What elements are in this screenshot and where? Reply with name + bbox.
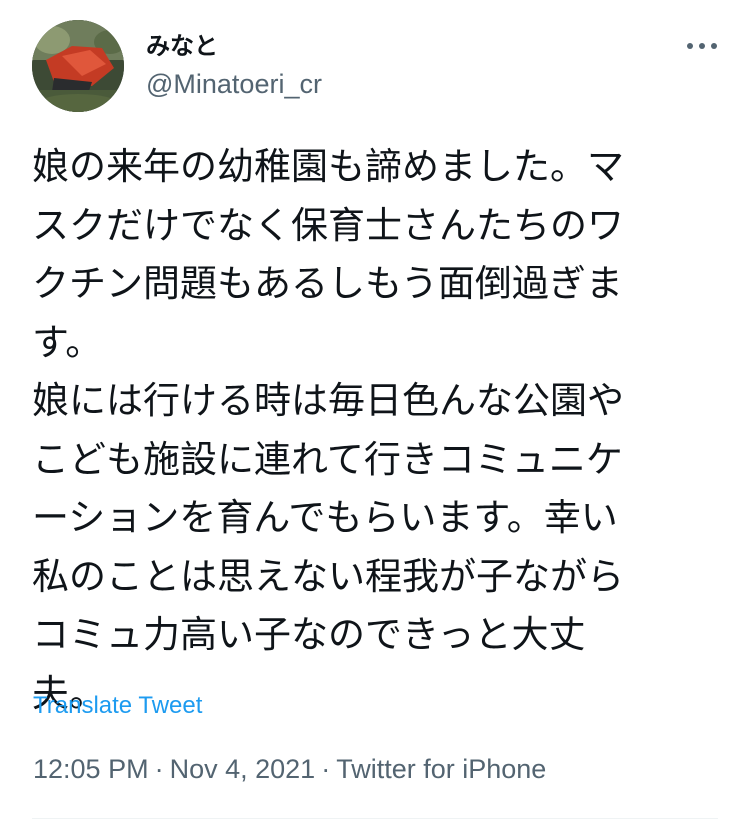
display-name[interactable]: みなと xyxy=(146,31,218,61)
separator: · xyxy=(321,754,331,784)
divider xyxy=(32,818,718,819)
tweet-time[interactable]: 12:05 PM xyxy=(33,754,149,784)
dot xyxy=(687,43,693,49)
tweet-text-line: 私のことは思えない程我が子ながら xyxy=(32,554,624,598)
separator: · xyxy=(154,754,164,784)
more-options-button[interactable] xyxy=(682,32,722,60)
translate-tweet-link[interactable]: Translate Tweet xyxy=(33,691,202,721)
user-handle[interactable]: @Minatoeri_cr xyxy=(146,68,322,100)
dot xyxy=(711,43,717,49)
tweet-text-line: クチン問題もあるしもう面倒過ぎま xyxy=(32,262,623,305)
tweet-text-line: コミュ力高い子なのできっと大丈 xyxy=(32,613,586,656)
tweet-text-line: 娘には行ける時は毎日色んな公園や xyxy=(32,379,624,422)
tweet-source[interactable]: Twitter for iPhone xyxy=(336,754,546,784)
tweet-metadata: 12:05 PM · Nov 4, 2021 · Twitter for iPhone xyxy=(33,753,546,785)
tweet-date[interactable]: Nov 4, 2021 xyxy=(170,754,316,784)
avatar-photo-icon xyxy=(32,20,124,112)
more-horizontal-icon xyxy=(687,43,717,49)
avatar[interactable] xyxy=(32,20,124,112)
tweet-text-line: ーションを育んでもらいます。幸い xyxy=(32,496,618,539)
tweet-text-line: 娘の来年の幼稚園も諦めました。マ xyxy=(32,145,624,188)
tweet-text-line: スクだけでなく保育士さんたちのワ xyxy=(32,203,624,247)
tweet-text-line: こども施設に連れて行きコミュニケ xyxy=(32,437,623,481)
tweet-text: 娘の来年の幼稚園も諦めました。マ スクだけでなく保育士さんたちのワ クチン問題も… xyxy=(32,138,712,723)
dot xyxy=(699,43,705,49)
tweet-text-line: す。 xyxy=(32,320,103,364)
tweet: みなと @Minatoeri_cr 娘の来年の幼稚園も諦めました。マ スクだけで… xyxy=(0,0,750,827)
